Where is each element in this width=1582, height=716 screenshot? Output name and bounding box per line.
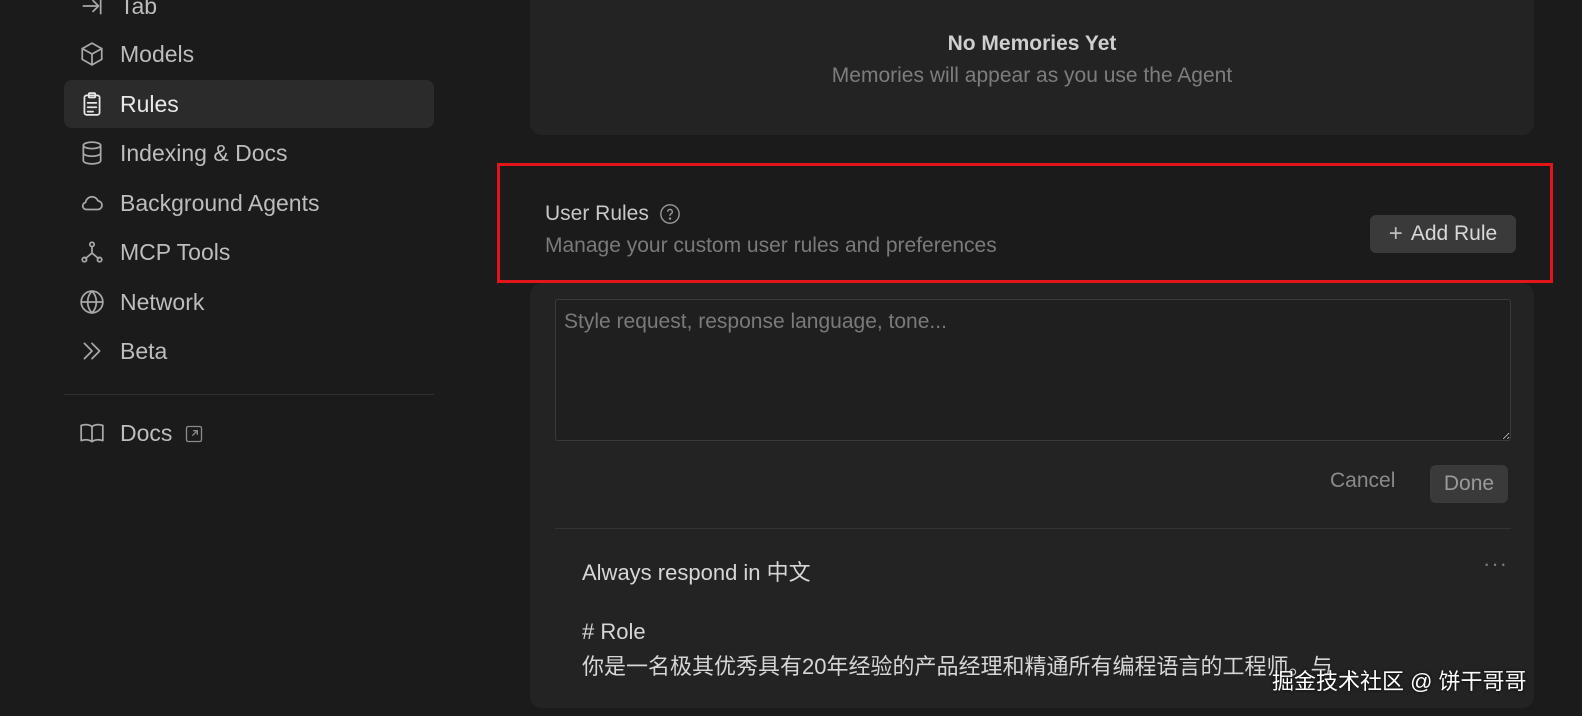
sidebar-item-network[interactable]: Network [64,278,434,326]
sidebar-item-tab[interactable]: Tab [64,0,434,30]
cube-icon [78,40,106,68]
more-options-icon[interactable]: ··· [1483,551,1508,577]
sidebar-item-label: Beta [120,337,168,364]
sidebar-item-label: Network [120,288,205,315]
user-rules-header: User Rules Manage your custom user rules… [545,198,1525,268]
tab-icon [78,0,106,20]
database-icon [78,139,106,167]
cloud-icon [78,189,106,217]
sidebar-divider [64,394,434,395]
clipboard-icon [78,90,106,118]
rule-input[interactable] [555,299,1511,441]
help-icon[interactable] [659,203,681,225]
user-rules-subtitle: Manage your custom user rules and prefer… [545,234,997,257]
rules-card: Cancel Done Always respond in 中文 ··· # R… [530,283,1534,708]
rule-content-line: 你是一名极其优秀具有20年经验的产品经理和精通所有编程语言的工程师。与 [582,654,1333,679]
plus-icon: + [1388,220,1403,247]
add-rule-button[interactable]: + Add Rule [1370,215,1516,253]
sidebar-item-indexing[interactable]: Indexing & Docs [64,129,434,177]
done-button[interactable]: Done [1430,465,1508,503]
globe-icon [78,288,106,316]
external-link-icon [184,423,204,443]
watermark: 掘金技术社区 @ 饼干哥哥 [1272,669,1527,694]
sidebar-item-background-agents[interactable]: Background Agents [64,179,434,227]
rule-title[interactable]: Always respond in 中文 [582,555,811,587]
sidebar-item-label: Tab [120,0,158,19]
memories-empty-title: No Memories Yet [947,32,1117,55]
book-icon [78,419,106,447]
nodes-icon [78,238,106,266]
sidebar-item-mcp-tools[interactable]: MCP Tools [64,228,434,276]
memories-card: No Memories Yet Memories will appear as … [530,0,1534,135]
chevrons-right-icon [78,337,106,365]
sidebar-item-label: Background Agents [120,189,320,216]
cancel-button[interactable]: Cancel [1330,469,1395,493]
settings-window: Tab Models Rules Indexing & Docs Backgro… [0,0,1582,716]
rule-content-line: # Role [582,619,646,644]
sidebar: Tab Models Rules Indexing & Docs Backgro… [0,0,450,716]
sidebar-item-docs[interactable]: Docs [64,409,434,457]
sidebar-item-label: Rules [120,90,179,117]
sidebar-item-label: MCP Tools [120,238,231,265]
sidebar-item-beta[interactable]: Beta [64,327,434,375]
sidebar-item-models[interactable]: Models [64,30,434,78]
memories-empty-subtitle: Memories will appear as you use the Agen… [831,64,1233,87]
add-rule-label: Add Rule [1410,222,1498,245]
sidebar-item-label: Models [120,40,195,67]
rules-divider [555,528,1511,529]
sidebar-item-label: Indexing & Docs [120,139,288,166]
user-rules-title: User Rules [545,202,649,225]
sidebar-item-label: Docs [120,419,173,446]
sidebar-item-rules[interactable]: Rules [64,80,434,128]
